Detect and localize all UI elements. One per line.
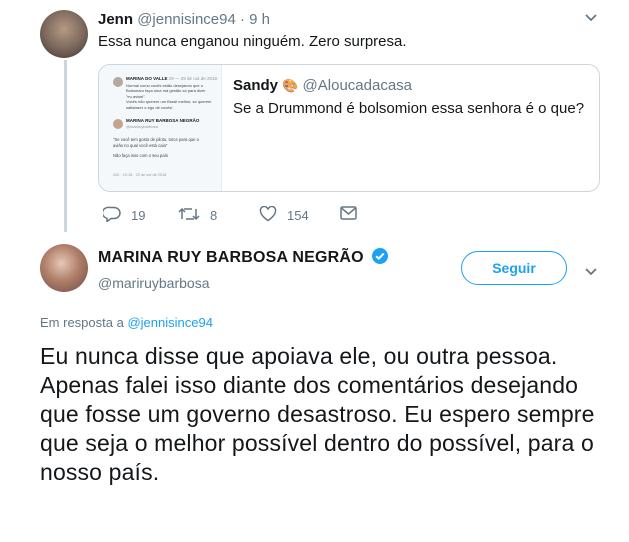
quoted-tweet-thumbnail[interactable]: MARINA DO VALLE 29 — 29 de out de 2018 N… <box>99 65 222 191</box>
thumb-line1-meta: 29 — 29 de out de 2018 <box>168 76 218 81</box>
reply-header: Jenn @jennisince94 · 9 h <box>98 11 270 28</box>
reply-author-handle[interactable]: @jennisince94 <box>137 11 236 28</box>
thumb-body: Normal como vocês estão desejando que o … <box>126 83 216 110</box>
like-action[interactable]: 154 <box>259 205 309 225</box>
retweet-count: 8 <box>210 208 218 223</box>
quoted-tweet-card[interactable]: MARINA DO VALLE 29 — 29 de out de 2018 N… <box>98 64 600 192</box>
thumb-avatar-1 <box>113 77 123 87</box>
retweet-icon <box>178 206 200 225</box>
reply-action[interactable]: 19 <box>101 206 146 225</box>
thumb-footer: 200 · 12:18 · 29 de out de 2018 <box>113 173 167 177</box>
quoted-text: Se a Drummond é bolsomion essa senhora é… <box>233 100 585 117</box>
thumb-avatar-2 <box>113 119 123 129</box>
retweet-action[interactable]: 8 <box>178 206 217 225</box>
like-count: 154 <box>287 208 309 223</box>
main-author-handle[interactable]: @mariruybarbosa <box>98 275 209 291</box>
palette-icon: 🎨 <box>282 78 299 93</box>
main-chevron-down-icon[interactable] <box>584 264 598 280</box>
verified-badge-icon <box>371 247 389 270</box>
reply-count: 19 <box>131 208 146 223</box>
reply-text: Essa nunca enganou ninguém. Zero surpres… <box>98 33 407 50</box>
quoted-author-handle[interactable]: @Aloucadacasa <box>303 77 412 94</box>
reply-to-handle-link[interactable]: @jennisince94 <box>127 315 212 330</box>
thumb-body-line: Vocês não querem um Brasil melhor, só qu… <box>126 99 212 105</box>
reply-chevron-down-icon[interactable] <box>584 10 598 26</box>
reply-to-prefix: Em resposta a <box>40 315 124 330</box>
jenn-avatar[interactable] <box>40 10 88 58</box>
thumb-line1-name: MARINA DO VALLE <box>126 76 168 81</box>
reply-icon <box>101 206 121 225</box>
thumb-quoted-line: "Se você tem gosto de piloto, torce para… <box>113 137 199 142</box>
reply-time[interactable]: · 9 h <box>240 11 270 28</box>
follow-button[interactable]: Seguir <box>461 251 567 285</box>
reply-author-name[interactable]: Jenn <box>98 11 133 28</box>
thumb-quoted-body: "Se você tem gosto de piloto, torce para… <box>113 137 213 159</box>
thumb-body-line: satisfazer o ego de vocês! <box>126 104 173 110</box>
thread-line <box>64 60 67 232</box>
main-author-avatar[interactable] <box>40 244 88 292</box>
like-icon <box>259 205 277 225</box>
quoted-author-name[interactable]: Sandy <box>233 77 278 94</box>
main-tweet-text: Eu nunca disse que apoiava ele, ou outra… <box>40 343 595 485</box>
thumb-quoted-line: Não faça isso com o seu país <box>113 153 168 159</box>
message-icon <box>340 206 357 223</box>
reply-to-line: Em resposta a @jennisince94 <box>40 315 213 330</box>
thumb-quoted-name: MARINA RUY BARBOSA NEGRÃO <box>126 118 200 123</box>
thumb-quoted-handle: @mariruybarbosa <box>126 124 158 129</box>
main-author-row: MARINA RUY BARBOSA NEGRÃO <box>98 247 389 270</box>
quoted-header: Sandy 🎨 @Aloucadacasa <box>233 77 412 94</box>
main-author-name[interactable]: MARINA RUY BARBOSA NEGRÃO <box>98 249 364 266</box>
direct-message-action[interactable] <box>340 206 357 223</box>
